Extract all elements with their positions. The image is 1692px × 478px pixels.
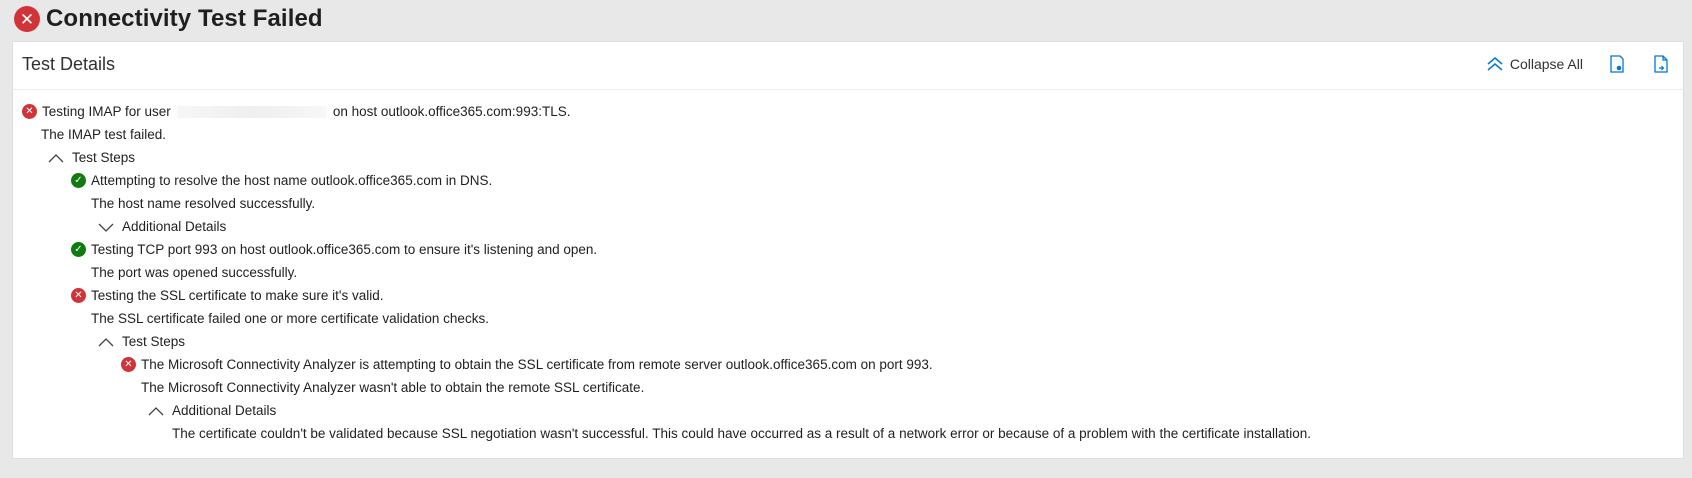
tree-item-result: The SSL certificate failed one or more c… [13,307,1683,330]
toggle-label: Test Steps [72,150,136,165]
collapse-all-icon [1487,57,1503,71]
checkmark-circle-icon: ✓ [71,242,86,257]
panel-toolbar: Collapse All [1486,52,1671,76]
tree-item-result: The port was opened successfully. [13,261,1683,284]
page-title: Connectivity Test Failed [46,5,323,32]
result-text: The port was opened successfully. [91,265,298,280]
step-text: Attempting to resolve the host name outl… [91,173,493,188]
chevron-up-icon[interactable] [148,405,164,417]
tree-item-text: Testing IMAP for user [42,104,171,119]
error-circle-icon: ✕ [71,288,86,303]
step-text: Testing the SSL certificate to make sure… [91,288,384,303]
result-text: The IMAP test failed. [41,127,167,142]
chevron-up-icon[interactable] [98,336,114,348]
result-text: The host name resolved successfully. [91,196,316,211]
page-header: ✕ Connectivity Test Failed [14,0,323,38]
chevron-up-icon[interactable] [48,152,64,164]
toggle-label: Test Steps [122,334,186,349]
step-text: Testing TCP port 993 on host outlook.off… [91,242,598,257]
result-text: The SSL certificate failed one or more c… [91,311,489,326]
tree-item-imap-test: ✕ Testing IMAP for user on host outlook.… [13,100,1683,123]
save-report-icon [1610,55,1624,73]
test-details-panel: Test Details Collapse All ✕ Testing IMAP… [12,41,1684,459]
tree-item-ssl-step: ✕ Testing the SSL certificate to make su… [13,284,1683,307]
error-circle-icon: ✕ [22,104,37,119]
chevron-down-icon[interactable] [98,221,114,233]
redacted-user [176,105,327,118]
error-circle-icon: ✕ [14,6,40,32]
step-text: The Microsoft Connectivity Analyzer is a… [141,357,933,372]
collapse-all-label: Collapse All [1509,56,1583,72]
additional-details-toggle[interactable]: Additional Details [13,399,1683,422]
test-results-tree: ✕ Testing IMAP for user on host outlook.… [13,100,1683,445]
test-steps-toggle[interactable]: Test Steps [13,330,1683,353]
save-report-button[interactable] [1607,54,1627,74]
tree-item-result: The Microsoft Connectivity Analyzer wasn… [13,376,1683,399]
tree-item-result: The IMAP test failed. [13,123,1683,146]
tree-item-dns-step: ✓ Attempting to resolve the host name ou… [13,169,1683,192]
export-report-icon [1654,55,1668,73]
details-text: The certificate couldn't be validated be… [172,426,1312,441]
additional-details-toggle[interactable]: Additional Details [13,215,1683,238]
tree-item-tcp-step: ✓ Testing TCP port 993 on host outlook.o… [13,238,1683,261]
toggle-label: Additional Details [122,219,227,234]
additional-details-text: The certificate couldn't be validated be… [13,422,1683,445]
tree-item-text: on host outlook.office365.com:993:TLS. [332,104,571,119]
export-report-button[interactable] [1651,54,1671,74]
tree-item-result: The host name resolved successfully. [13,192,1683,215]
test-steps-toggle[interactable]: Test Steps [13,146,1683,169]
tree-item-cert-retrieval-step: ✕ The Microsoft Connectivity Analyzer is… [13,353,1683,376]
checkmark-circle-icon: ✓ [71,173,86,188]
collapse-all-button[interactable]: Collapse All [1486,56,1583,72]
panel-title: Test Details [22,54,116,74]
result-text: The Microsoft Connectivity Analyzer wasn… [141,380,645,395]
toggle-label: Additional Details [172,403,277,418]
panel-header: Test Details Collapse All [13,42,1683,90]
error-circle-icon: ✕ [121,357,136,372]
